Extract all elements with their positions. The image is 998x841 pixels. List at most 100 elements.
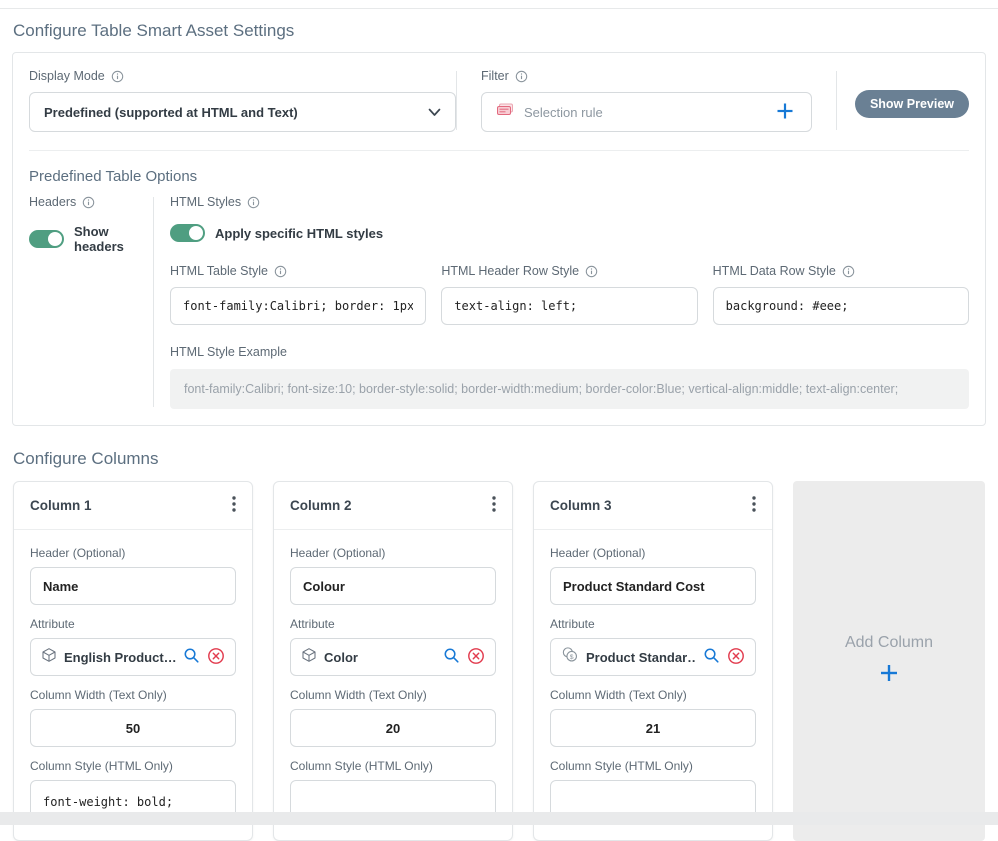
filter-label: Filter [481, 69, 509, 83]
money-icon: $ [561, 646, 579, 668]
column-title: Column 3 [550, 498, 612, 513]
column-card-3-body: Header (Optional) Attribute $ Product St… [534, 530, 772, 840]
clear-circle-icon [467, 647, 485, 668]
html-data-row-style-label-row: HTML Data Row Style [713, 264, 969, 278]
apply-styles-toggle[interactable] [170, 224, 205, 242]
show-headers-toggle-label: Show headers [74, 224, 153, 254]
attribute-value: Color [324, 650, 358, 665]
attribute-search-button[interactable] [183, 647, 200, 667]
kebab-icon [752, 496, 756, 515]
html-table-style-field: HTML Table Style [170, 264, 426, 325]
attribute-picker[interactable]: English Product… [30, 638, 236, 676]
search-icon [703, 647, 720, 667]
preview-block: Show Preview [837, 69, 969, 132]
style-fields-row: HTML Table Style HTML Header Row Style [170, 264, 969, 325]
column-width-label: Column Width (Text Only) [290, 688, 496, 702]
column-card-2-header: Column 2 [274, 482, 512, 530]
attribute-picker[interactable]: $ Product Standar… [550, 638, 756, 676]
column-width-label: Column Width (Text Only) [550, 688, 756, 702]
info-icon[interactable] [515, 70, 528, 83]
add-column-button[interactable]: Add Column [793, 481, 985, 841]
display-mode-block: Display Mode Predefined (supported at HT… [29, 69, 456, 132]
html-style-example-label: HTML Style Example [170, 345, 287, 359]
html-style-example-label-row: HTML Style Example [170, 345, 969, 359]
column-width-label: Column Width (Text Only) [30, 688, 236, 702]
search-icon [183, 647, 200, 667]
clear-circle-icon [207, 647, 225, 668]
column-title: Column 1 [30, 498, 92, 513]
attribute-label: Attribute [550, 617, 756, 631]
column-style-label: Column Style (HTML Only) [550, 759, 756, 773]
html-header-row-style-field: HTML Header Row Style [441, 264, 697, 325]
filter-block: Filter Selection rule [457, 69, 836, 132]
column-card-2: Column 2 Header (Optional) Attribute Col… [273, 481, 513, 841]
settings-panel: Display Mode Predefined (supported at HT… [12, 52, 986, 426]
html-styles-column: HTML Styles Apply specific HTML styles H… [154, 195, 969, 409]
toggle-knob [48, 232, 62, 246]
column-width-input[interactable] [550, 709, 756, 747]
plus-icon [775, 101, 795, 124]
html-header-row-style-label: HTML Header Row Style [441, 264, 579, 278]
info-icon[interactable] [82, 196, 95, 209]
page-title: Configure Table Smart Asset Settings [13, 21, 998, 41]
options-heading: Predefined Table Options [29, 168, 969, 185]
column-title: Column 2 [290, 498, 352, 513]
attribute-label: Attribute [290, 617, 496, 631]
attribute-actions [443, 647, 485, 668]
attribute-picker[interactable]: Color [290, 638, 496, 676]
attribute-clear-button[interactable] [727, 647, 745, 668]
column-menu-button[interactable] [224, 494, 244, 517]
attribute-actions [183, 647, 225, 668]
attribute-search-button[interactable] [703, 647, 720, 667]
display-mode-select[interactable]: Predefined (supported at HTML and Text) [29, 92, 456, 132]
column-menu-button[interactable] [484, 494, 504, 517]
header-optional-label: Header (Optional) [30, 546, 236, 560]
plus-icon [878, 662, 900, 689]
kebab-icon [492, 496, 496, 515]
html-header-row-style-input[interactable] [441, 287, 697, 325]
column-header-input[interactable] [30, 567, 236, 605]
info-icon[interactable] [274, 265, 287, 278]
toggle-knob [189, 226, 203, 240]
show-preview-button[interactable]: Show Preview [855, 90, 969, 118]
headers-label: Headers [29, 195, 76, 209]
info-icon[interactable] [111, 70, 124, 83]
column-width-input[interactable] [290, 709, 496, 747]
column-menu-button[interactable] [744, 494, 764, 517]
page-bottom-strip [0, 812, 998, 825]
display-mode-label: Display Mode [29, 69, 105, 83]
search-icon [443, 647, 460, 667]
info-icon[interactable] [585, 265, 598, 278]
attribute-search-button[interactable] [443, 647, 460, 667]
selection-rule-picker[interactable]: Selection rule [481, 92, 812, 132]
info-icon[interactable] [247, 196, 260, 209]
selection-rule-placeholder: Selection rule [524, 105, 603, 120]
attribute-label: Attribute [30, 617, 236, 631]
show-headers-toggle[interactable] [29, 230, 64, 248]
clear-circle-icon [727, 647, 745, 668]
add-filter-button[interactable] [773, 99, 797, 126]
cube-icon [41, 647, 57, 668]
html-style-example-block: HTML Style Example font-family:Calibri; … [170, 345, 969, 409]
apply-styles-toggle-label: Apply specific HTML styles [215, 226, 383, 241]
html-data-row-style-input[interactable] [713, 287, 969, 325]
html-table-style-input[interactable] [170, 287, 426, 325]
column-card-3: Column 3 Header (Optional) Attribute $ P… [533, 481, 773, 841]
column-header-input[interactable] [290, 567, 496, 605]
show-headers-row: Show headers [29, 224, 153, 254]
settings-top-row: Display Mode Predefined (supported at HT… [29, 69, 969, 151]
column-style-label: Column Style (HTML Only) [290, 759, 496, 773]
column-width-input[interactable] [30, 709, 236, 747]
info-icon[interactable] [842, 265, 855, 278]
attribute-clear-button[interactable] [467, 647, 485, 668]
attribute-clear-button[interactable] [207, 647, 225, 668]
svg-text:$: $ [570, 654, 574, 661]
headers-column: Headers Show headers [29, 195, 153, 409]
columns-heading: Configure Columns [13, 449, 998, 469]
html-styles-label-row: HTML Styles [170, 195, 969, 209]
column-card-3-header: Column 3 [534, 482, 772, 530]
selection-rule-icon [496, 102, 515, 122]
header-optional-label: Header (Optional) [290, 546, 496, 560]
attribute-value: English Product… [64, 650, 176, 665]
column-header-input[interactable] [550, 567, 756, 605]
